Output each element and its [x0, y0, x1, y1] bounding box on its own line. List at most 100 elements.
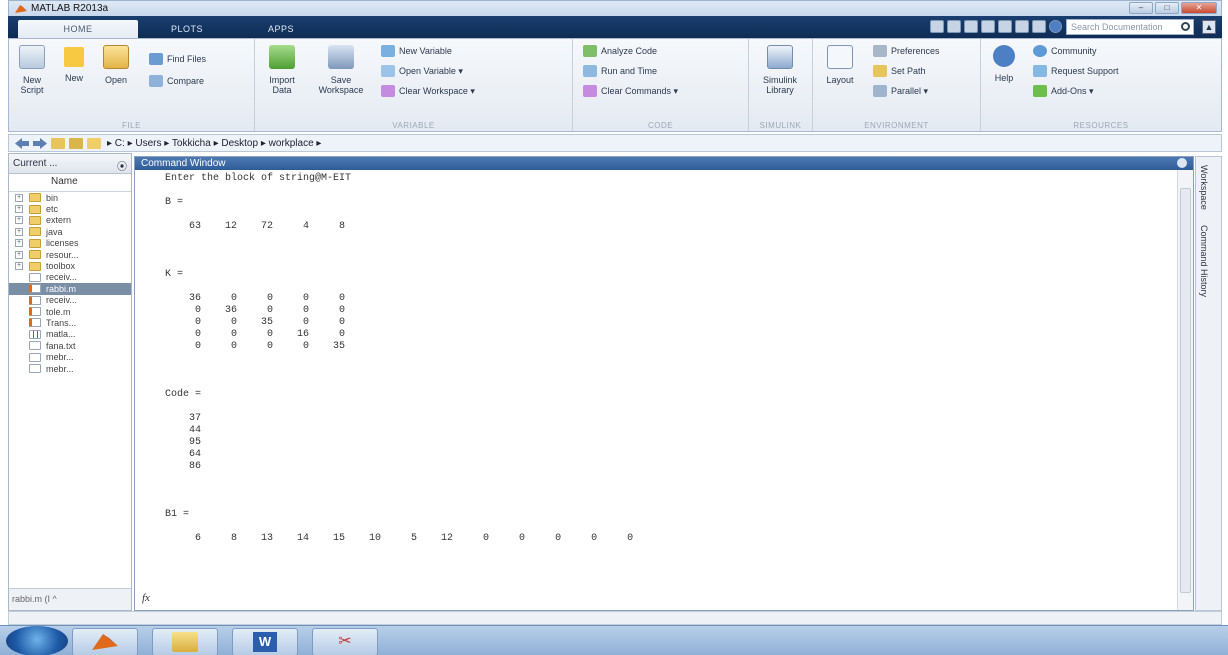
new-variable-icon: [381, 45, 395, 57]
redo-icon[interactable]: [1015, 20, 1029, 33]
simulink-library-label: Simulink Library: [762, 75, 797, 95]
file-icon: [29, 272, 41, 282]
expand-icon[interactable]: +: [15, 239, 23, 248]
taskbar-explorer-button[interactable]: [152, 628, 218, 655]
expand-icon[interactable]: +: [15, 227, 23, 236]
file-list-item[interactable]: + java: [9, 226, 131, 237]
save-icon[interactable]: [930, 20, 944, 33]
plus-icon: [64, 47, 84, 67]
tab-apps[interactable]: APPS: [236, 20, 326, 38]
paste-icon[interactable]: [981, 20, 995, 33]
back-icon[interactable]: [15, 137, 29, 149]
expand-icon[interactable]: +: [15, 262, 23, 271]
start-button[interactable]: [6, 626, 68, 655]
undo-icon[interactable]: [998, 20, 1012, 33]
save-workspace-button[interactable]: Save Workspace: [313, 45, 369, 95]
file-list-item[interactable]: mebr...: [9, 351, 131, 362]
command-window[interactable]: Command Window Enter the block of string…: [134, 156, 1194, 611]
file-list-item[interactable]: rabbi.m: [9, 283, 131, 295]
add-ons-button[interactable]: Add-Ons ▾: [1033, 85, 1094, 97]
request-support-button[interactable]: Request Support: [1033, 65, 1119, 77]
file-list-item[interactable]: + resour...: [9, 249, 131, 260]
file-list-item[interactable]: Trans...: [9, 317, 131, 328]
community-button[interactable]: Community: [1033, 45, 1097, 57]
layout-button[interactable]: Layout: [819, 45, 861, 85]
panel-menu-icon[interactable]: ⦿: [117, 158, 127, 173]
file-list-item[interactable]: + licenses: [9, 238, 131, 249]
file-list-item[interactable]: + etc: [9, 203, 131, 214]
file-list-item[interactable]: + bin: [9, 192, 131, 203]
maximize-button[interactable]: □: [1155, 2, 1179, 14]
taskbar-matlab-button[interactable]: [72, 628, 138, 655]
file-list-item-label: receiv...: [46, 272, 77, 283]
minimize-button[interactable]: –: [1129, 2, 1153, 14]
compare-button[interactable]: Compare: [149, 75, 204, 87]
parallel-icon: [873, 85, 887, 97]
file-list-item[interactable]: receiv...: [9, 272, 131, 283]
up-folder-icon[interactable]: [51, 137, 65, 149]
clear-workspace-button[interactable]: Clear Workspace ▾: [381, 85, 475, 97]
file-list-item[interactable]: matla...: [9, 329, 131, 340]
file-list-item[interactable]: + extern: [9, 215, 131, 226]
browse-folder-icon[interactable]: [69, 137, 83, 149]
set-path-button[interactable]: Set Path: [873, 65, 926, 77]
import-data-button[interactable]: Import Data: [261, 45, 303, 95]
file-list-item[interactable]: tole.m: [9, 306, 131, 317]
collapse-ribbon-icon[interactable]: ▲: [1202, 20, 1216, 34]
expand-icon[interactable]: +: [15, 216, 23, 225]
tab-home[interactable]: HOME: [18, 20, 138, 38]
command-window-scrollbar[interactable]: [1177, 170, 1193, 610]
scroll-thumb[interactable]: [1180, 188, 1191, 593]
window-actions-icon[interactable]: [1177, 158, 1187, 168]
current-path[interactable]: ▸ C: ▸ Users ▸ Tokkicha ▸ Desktop ▸ work…: [107, 138, 321, 149]
search-icon[interactable]: [1181, 22, 1190, 31]
copy-icon[interactable]: [964, 20, 978, 33]
expand-icon[interactable]: +: [15, 193, 23, 202]
find-files-button[interactable]: Find Files: [149, 53, 206, 65]
command-window-header: Command Window: [135, 157, 1193, 170]
file-list-item-label: etc: [46, 204, 59, 215]
simulink-library-button[interactable]: Simulink Library: [759, 45, 801, 95]
file-list-item[interactable]: receiv...: [9, 295, 131, 306]
help-icon[interactable]: [1049, 20, 1062, 33]
tab-plots[interactable]: PLOTS: [142, 20, 232, 38]
file-list-item-label: toolbox: [46, 261, 76, 272]
workspace-tab[interactable]: Workspace: [1199, 165, 1209, 210]
clear-commands-button[interactable]: Clear Commands ▾: [583, 85, 678, 97]
close-button[interactable]: ✕: [1181, 2, 1217, 14]
current-folder-address-bar[interactable]: ▸ C: ▸ Users ▸ Tokkicha ▸ Desktop ▸ work…: [8, 134, 1222, 152]
forward-icon[interactable]: [33, 137, 47, 149]
search-documentation-input[interactable]: Search Documentation: [1066, 19, 1194, 35]
new-script-button[interactable]: New Script: [11, 45, 53, 95]
file-list-item[interactable]: fana.txt: [9, 340, 131, 351]
preferences-button[interactable]: Preferences: [873, 45, 940, 57]
expand-icon[interactable]: +: [15, 250, 23, 259]
file-list-item[interactable]: + toolbox: [9, 260, 131, 271]
cut-icon[interactable]: [947, 20, 961, 33]
function-browser-icon[interactable]: fx: [142, 592, 150, 604]
switch-windows-icon[interactable]: [1032, 20, 1046, 33]
parallel-button[interactable]: Parallel ▾: [873, 85, 928, 97]
layout-label: Layout: [826, 75, 854, 85]
save-workspace-icon: [328, 45, 354, 69]
analyze-code-button[interactable]: Analyze Code: [583, 45, 657, 57]
run-and-time-button[interactable]: Run and Time: [583, 65, 657, 77]
open-button[interactable]: Open: [95, 45, 137, 85]
folder-icon: [29, 215, 41, 225]
new-button[interactable]: New: [53, 45, 95, 83]
analyze-code-label: Analyze Code: [601, 46, 658, 56]
help-button[interactable]: Help: [983, 45, 1025, 83]
current-folder-header: Current ... ⦿: [9, 154, 131, 174]
output-line: 37: [165, 413, 202, 424]
expand-icon[interactable]: +: [15, 205, 23, 214]
details-footer[interactable]: rabbi.m (I ^: [9, 588, 131, 610]
file-list-item[interactable]: mebr...: [9, 363, 131, 374]
taskbar-word-button[interactable]: W: [232, 628, 298, 655]
new-variable-button[interactable]: New Variable: [381, 45, 452, 57]
open-variable-button[interactable]: Open Variable ▾: [381, 65, 463, 77]
name-column-header[interactable]: Name: [9, 174, 131, 192]
taskbar-snipping-tool-button[interactable]: ✂: [312, 628, 378, 655]
command-history-tab[interactable]: Command History: [1199, 225, 1209, 297]
